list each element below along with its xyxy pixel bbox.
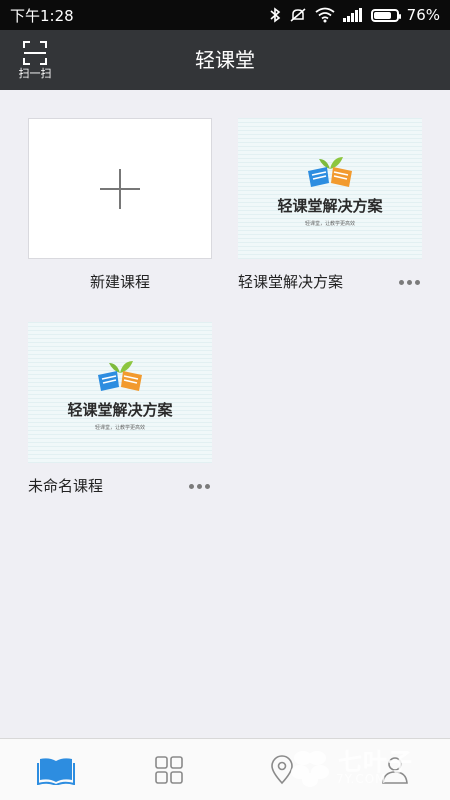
new-course-card[interactable]: 新建课程 [28,118,212,293]
thumb-slogan-text: 轻课堂，让教学更高效 [304,220,355,227]
course-card[interactable]: 轻课堂解决方案 轻课堂，让教学更高效 未命名课程 [28,322,212,497]
status-time: 下午1:28 [10,6,74,25]
tab-apps[interactable] [149,753,189,787]
course-title: 未命名课程 [28,477,104,495]
course-title: 新建课程 [89,273,150,291]
course-title: 轻课堂解决方案 [238,273,344,291]
leaf-logo-icon [291,751,329,787]
watermark-url: 7Y.COM [336,772,387,786]
thumb-brand-text: 轻课堂解决方案 [67,400,173,419]
bluetooth-icon [270,7,280,23]
plus-icon [100,168,140,209]
thumb-brand-text: 轻课堂解决方案 [277,196,383,215]
battery-icon [370,8,401,22]
course-thumbnail[interactable]: 轻课堂解决方案 轻课堂，让教学更高效 [238,118,422,259]
more-options-icon[interactable] [187,483,212,489]
battery-percent: 76% [406,6,440,24]
book-icon [37,758,75,785]
tab-courses[interactable] [36,753,76,787]
brand-logo-icon [308,156,352,187]
signal-icon [342,8,362,22]
page-title: 轻课堂 [195,48,255,72]
more-options-icon[interactable] [397,279,422,285]
wifi-icon [315,7,335,23]
status-bar: 下午1:28 76% [0,0,450,30]
course-card[interactable]: 轻课堂解决方案 轻课堂，让教学更高效 轻课堂解决方案 [238,118,422,293]
scan-icon [23,41,47,65]
new-course-thumb[interactable] [28,118,212,259]
mute-icon [290,8,306,22]
grid-icon [155,756,183,784]
thumb-slogan-text: 轻课堂，让教学更高效 [94,424,145,431]
scan-label: 扫一扫 [18,67,52,80]
watermark: 七叶子 7Y.COM [286,736,436,798]
scan-button[interactable]: 扫一扫 [12,38,58,86]
status-icons: 76% [269,6,440,24]
top-nav-bar: 轻课堂 扫一扫 [0,30,450,90]
course-thumbnail[interactable]: 轻课堂解决方案 轻课堂，让教学更高效 [28,322,212,463]
brand-logo-icon [98,360,142,391]
